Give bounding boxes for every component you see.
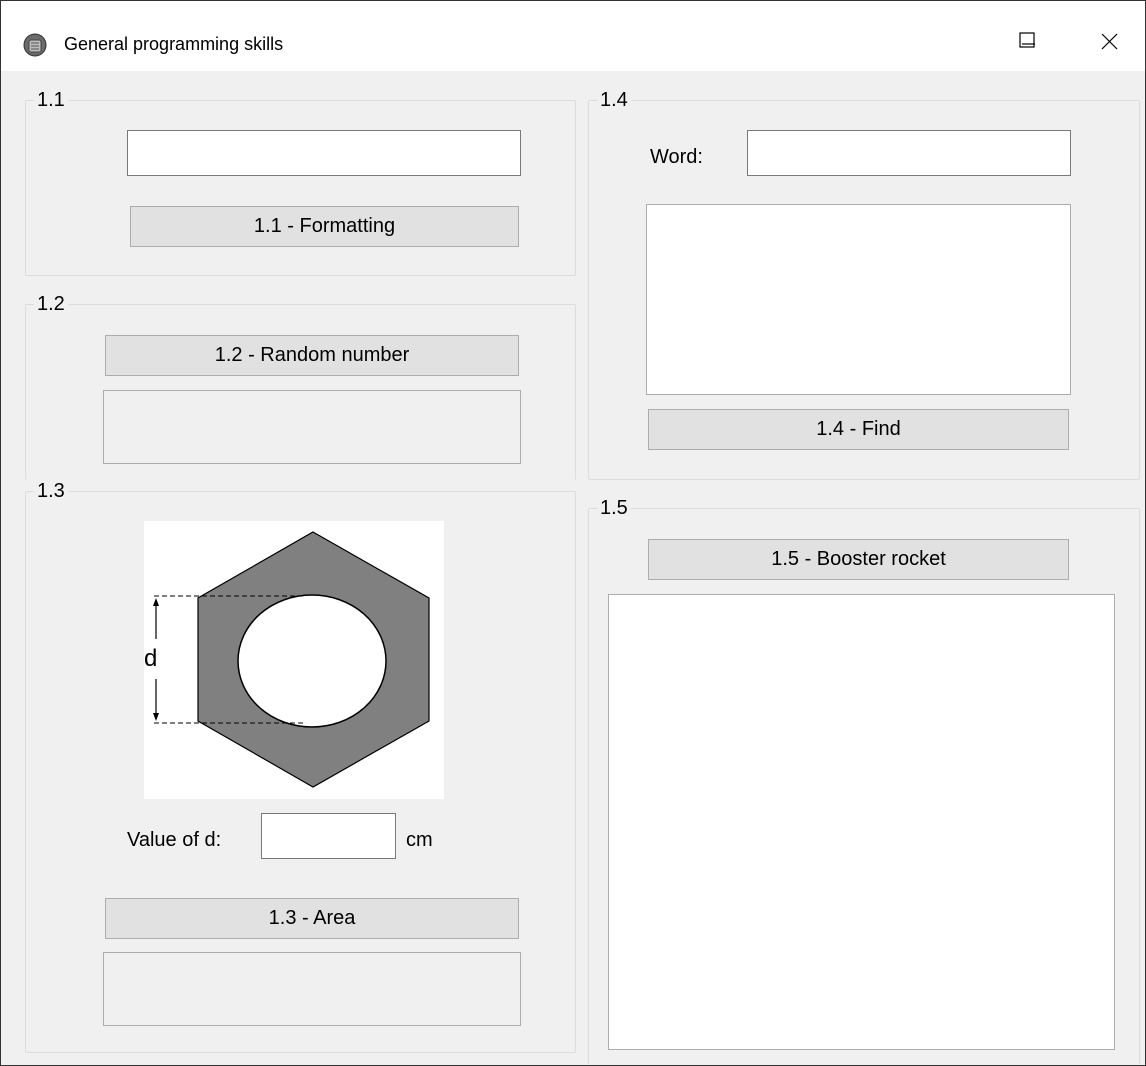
word-input[interactable]	[747, 130, 1071, 176]
hex-nut-diagram: d	[144, 521, 444, 799]
group-legend: 1.5	[597, 497, 631, 519]
group-legend: 1.2	[34, 293, 68, 315]
group-legend: 1.4	[597, 89, 631, 111]
random-number-button[interactable]: 1.2 - Random number	[105, 335, 519, 376]
area-output	[103, 952, 521, 1026]
booster-rocket-list[interactable]	[608, 594, 1115, 1050]
maximize-icon[interactable]	[1019, 27, 1059, 63]
hole-circle	[237, 594, 387, 728]
group-legend: 1.3	[34, 480, 68, 502]
formatting-input[interactable]	[127, 130, 521, 176]
dimension-label: d	[144, 645, 158, 672]
close-icon[interactable]	[1097, 27, 1137, 63]
group-legend: 1.1	[34, 89, 68, 111]
find-results-list[interactable]	[646, 204, 1071, 395]
group-1-1: 1.1	[25, 89, 576, 276]
word-label: Word:	[650, 146, 703, 168]
app-window: General programming skills 1.1 1.1 - For…	[0, 0, 1146, 1066]
value-of-d-input[interactable]	[261, 813, 396, 859]
random-number-output	[103, 390, 521, 464]
unit-label: cm	[406, 829, 433, 851]
booster-rocket-button[interactable]: 1.5 - Booster rocket	[648, 539, 1069, 580]
area-button[interactable]: 1.3 - Area	[105, 898, 519, 939]
find-button[interactable]: 1.4 - Find	[648, 409, 1069, 450]
formatting-button[interactable]: 1.1 - Formatting	[130, 206, 519, 247]
app-icon	[23, 33, 47, 57]
window-title: General programming skills	[64, 34, 284, 54]
value-of-d-label: Value of d:	[127, 829, 222, 851]
title-bar[interactable]: General programming skills	[1, 1, 1145, 71]
